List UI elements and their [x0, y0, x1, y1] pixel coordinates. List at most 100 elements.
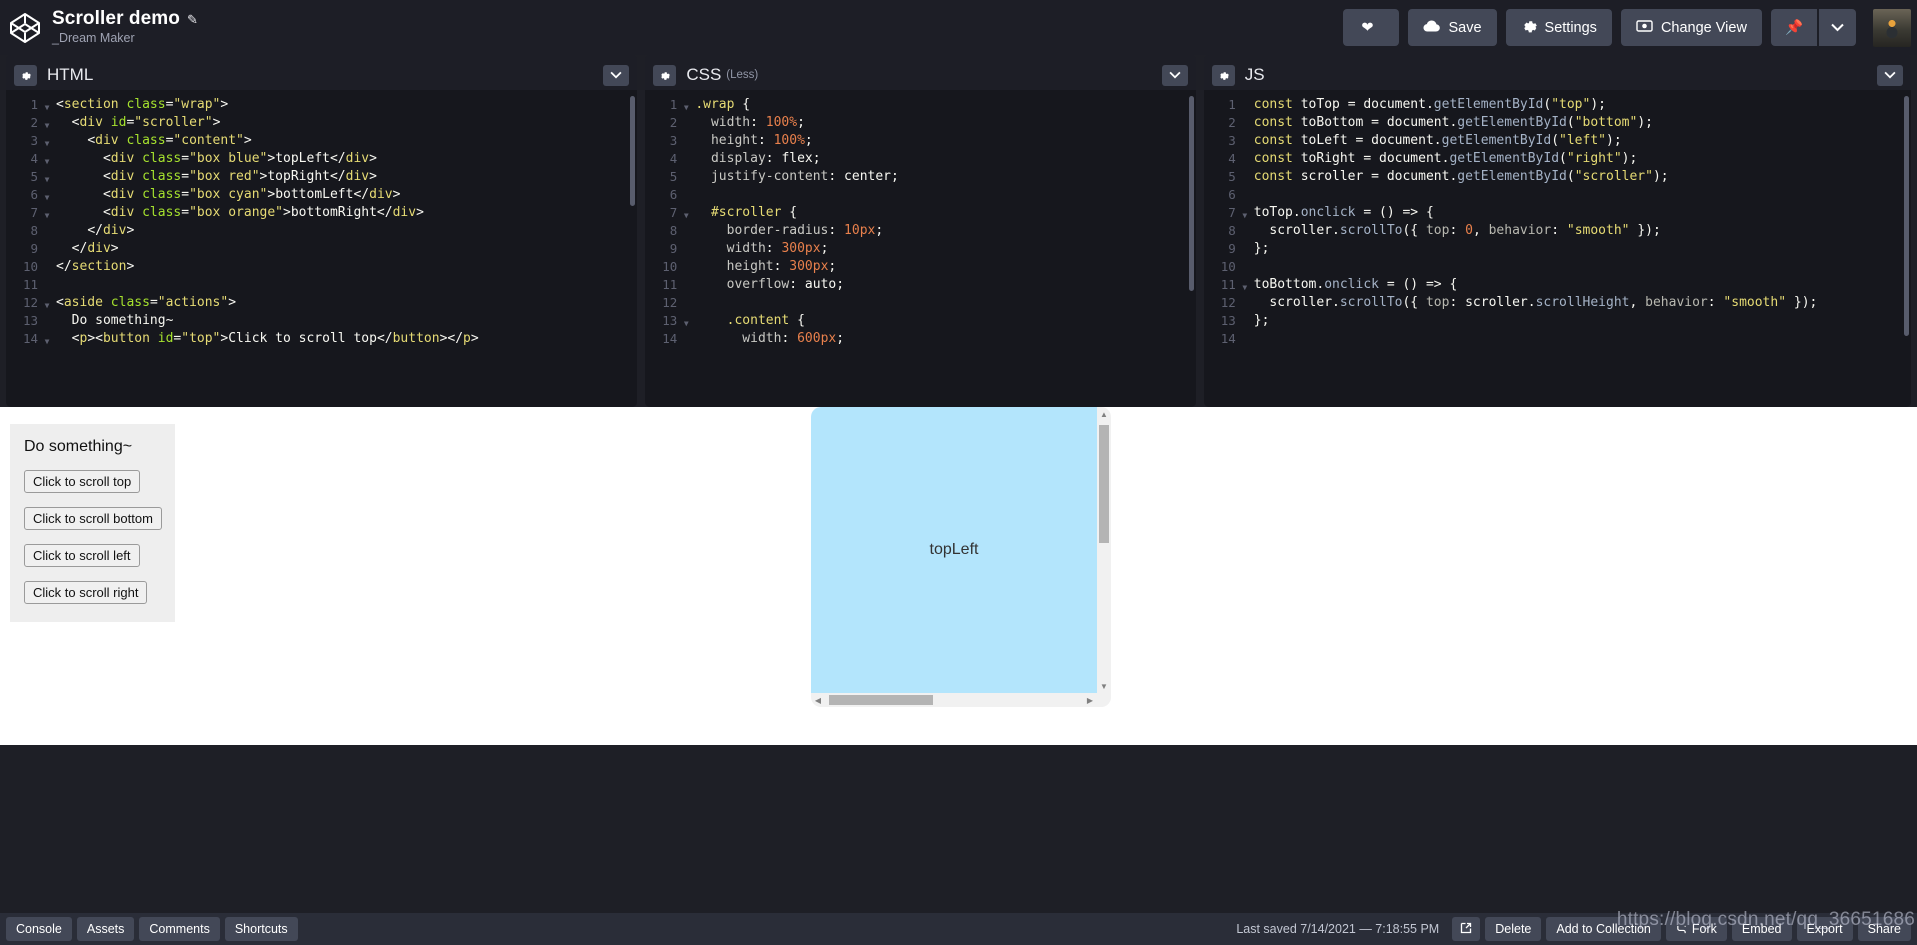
line-number: 2	[1228, 115, 1236, 130]
code-text: toBottom.onclick = () => {	[1253, 277, 1458, 292]
pin-dropdown-button[interactable]	[1819, 9, 1856, 46]
code-line: 1 ▼ <section class="wrap">	[6, 96, 637, 114]
preview-buttons: Click to scroll top Click to scroll botto…	[24, 470, 163, 604]
fold-toggle-icon	[679, 240, 693, 258]
brand-area: Scroller demo ✎ _Dream Maker	[0, 9, 198, 45]
js-pane-header: JS	[1203, 60, 1911, 90]
fold-toggle-icon[interactable]: ▼	[679, 312, 693, 330]
fold-toggle-icon	[1238, 96, 1252, 114]
footer-button-export[interactable]: Export	[1796, 917, 1853, 941]
fold-toggle-icon[interactable]: ▼	[40, 168, 54, 186]
line-number: 7	[1228, 205, 1236, 220]
code-text: width: 600px;	[742, 331, 845, 346]
html-code-area[interactable]: 1 ▼ <section class="wrap"> 2 ▼ <div id="scro…	[6, 90, 638, 407]
line-number: 10	[1220, 259, 1236, 274]
last-saved-label: Last saved 7/14/2021 — 7:18:55 PM	[1236, 922, 1440, 936]
fold-toggle-icon[interactable]: ▼	[40, 294, 54, 312]
css-code-area[interactable]: 1 ▼ .wrap {2 width: 100%; 3 height: 100%; 4 …	[645, 90, 1196, 407]
pin-icon: 📌	[1784, 20, 1803, 36]
footer-button-fork[interactable]: Fork	[1665, 917, 1727, 941]
html-pane-collapse-button[interactable]	[603, 64, 630, 86]
code-line: 12 scroller.scrollTo({ top: scroller.scr…	[1204, 294, 1911, 312]
save-button[interactable]: Save	[1408, 9, 1497, 46]
fold-toggle-icon[interactable]: ▼	[40, 330, 54, 348]
open-external-button[interactable]	[1452, 917, 1481, 941]
avatar[interactable]	[1873, 8, 1911, 47]
js-pane-collapse-button[interactable]	[1877, 64, 1903, 86]
preview-button-2[interactable]: Click to scroll left	[24, 544, 140, 567]
pencil-icon[interactable]: ✎	[187, 12, 198, 27]
fold-toggle-icon	[679, 186, 693, 204]
title-block: Scroller demo ✎ _Dream Maker	[52, 9, 198, 45]
code-line: 7 ▼ #scroller {	[645, 204, 1195, 222]
settings-button[interactable]: Settings	[1505, 9, 1612, 46]
fold-toggle-icon[interactable]: ▼	[679, 96, 693, 114]
footer-button-comments[interactable]: Comments	[139, 917, 220, 941]
footer-button-shortcuts[interactable]: Shortcuts	[224, 917, 298, 941]
love-button[interactable]: ❤	[1343, 9, 1400, 46]
css-code-lines: 1 ▼ .wrap {2 width: 100%; 3 height: 100%; 4 …	[645, 90, 1195, 348]
html-code-scrollbar[interactable]	[630, 96, 636, 206]
preview-body: Do something~ Click to scroll top Click t…	[0, 407, 1917, 745]
scroll-up-arrow-icon[interactable]: ▲	[1097, 407, 1111, 421]
scroller[interactable]: topLeft ▲ ▼ ◀ ▶	[811, 407, 1111, 707]
gear-icon[interactable]	[1211, 64, 1235, 86]
scroller-horizontal-scrollbar[interactable]: ◀ ▶	[811, 693, 1111, 707]
code-line: 11	[6, 276, 637, 294]
fold-toggle-icon	[1238, 168, 1252, 186]
footer-button-embed[interactable]: Embed	[1731, 917, 1792, 941]
fold-toggle-icon[interactable]: ▼	[40, 204, 54, 222]
code-text: toTop.onclick = () => {	[1253, 205, 1434, 220]
code-line: 9 </div>	[6, 240, 637, 258]
footer-button-delete[interactable]: Delete	[1485, 917, 1542, 941]
fold-toggle-icon[interactable]: ▼	[40, 132, 54, 150]
js-code-area[interactable]: 1 const toTop = document.getElementById("…	[1203, 90, 1911, 407]
pen-author[interactable]: _Dream Maker	[52, 32, 198, 45]
gear-icon[interactable]	[14, 64, 37, 86]
js-code-scrollbar[interactable]	[1904, 96, 1909, 336]
pin-button[interactable]: 📌	[1770, 9, 1817, 46]
preview-button-1[interactable]: Click to scroll bottom	[24, 507, 162, 530]
fold-toggle-icon	[1238, 240, 1252, 258]
html-editor-pane: HTML 1 ▼ <section class="wrap"> 2 ▼ <div id=…	[6, 55, 638, 407]
line-number: 3	[669, 133, 678, 148]
scroller-vertical-scrollbar[interactable]: ▲ ▼	[1097, 407, 1111, 693]
fold-toggle-icon[interactable]: ▼	[40, 150, 54, 168]
preview-button-3[interactable]: Click to scroll right	[24, 581, 148, 604]
scroll-left-arrow-icon[interactable]: ◀	[811, 693, 825, 707]
vertical-scroll-thumb[interactable]	[1099, 425, 1109, 543]
footer-button-assets[interactable]: Assets	[76, 917, 135, 941]
html-pane-header: HTML	[6, 60, 638, 90]
fold-toggle-icon[interactable]: ▼	[40, 96, 54, 114]
css-code-scrollbar[interactable]	[1188, 96, 1194, 291]
fold-toggle-icon[interactable]: ▼	[679, 204, 693, 222]
scroll-down-arrow-icon[interactable]: ▼	[1097, 679, 1111, 693]
css-pane-collapse-button[interactable]	[1161, 64, 1188, 86]
line-number: 1	[1228, 97, 1236, 112]
fold-toggle-icon[interactable]: ▼	[1238, 204, 1252, 222]
line-number: 8	[669, 223, 678, 238]
fold-toggle-icon[interactable]: ▼	[40, 186, 54, 204]
gear-icon[interactable]	[653, 64, 677, 86]
horizontal-scroll-thumb[interactable]	[829, 695, 933, 705]
preview-frame[interactable]: Do something~ Click to scroll top Click t…	[0, 407, 1917, 745]
fold-toggle-icon	[679, 330, 693, 348]
codepen-logo-icon[interactable]	[8, 11, 42, 45]
code-text: <p><button id="top">Click to scroll top<…	[71, 331, 479, 346]
change-view-label: Change View	[1660, 19, 1747, 36]
footer-button-share[interactable]: Share	[1857, 917, 1911, 941]
footer-button-add-to-collection[interactable]: Add to Collection	[1546, 917, 1661, 941]
external-link-icon	[1460, 922, 1472, 937]
code-text: height: 300px;	[726, 259, 837, 274]
code-line: 7 ▼ <div class="box orange">bottomRight</…	[6, 204, 637, 222]
scroller-wrapper: topLeft ▲ ▼ ◀ ▶	[811, 407, 1111, 707]
scroll-right-arrow-icon[interactable]: ▶	[1083, 693, 1097, 707]
footer-button-console[interactable]: Console	[6, 917, 72, 941]
fold-toggle-icon[interactable]: ▼	[1238, 276, 1252, 294]
preview-button-0[interactable]: Click to scroll top	[24, 470, 141, 493]
change-view-button[interactable]: Change View	[1620, 9, 1762, 46]
code-line: 8 border-radius: 10px;	[645, 222, 1195, 240]
fold-toggle-icon[interactable]: ▼	[40, 114, 54, 132]
code-line: 6 ▼ <div class="box cyan">bottomLeft</div…	[6, 186, 637, 204]
fold-toggle-icon	[1238, 294, 1252, 312]
